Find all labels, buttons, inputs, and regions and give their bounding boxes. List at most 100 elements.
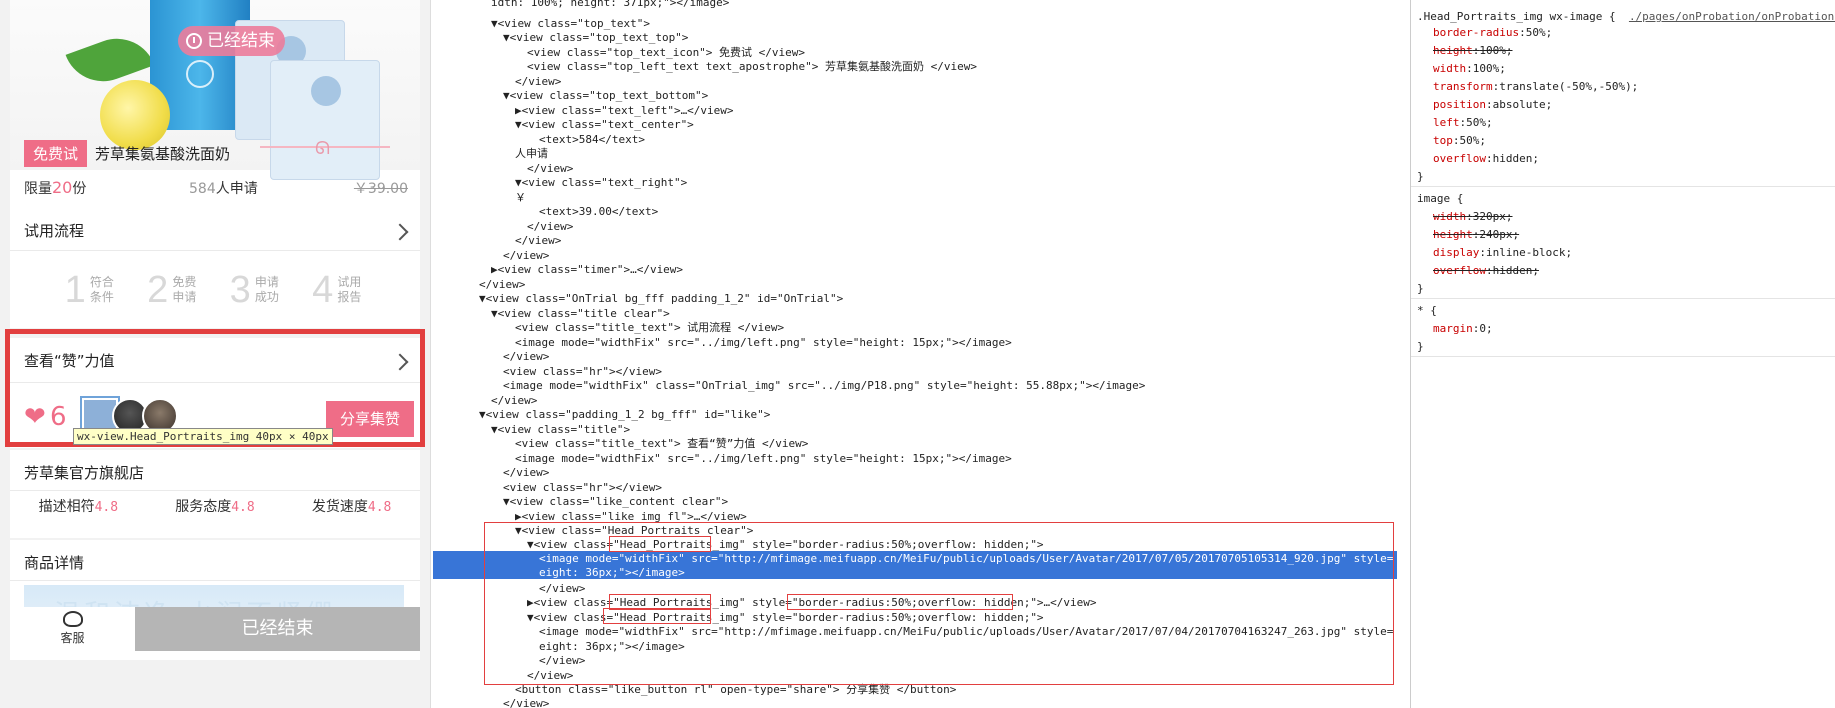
styles-panel: .Head_Portraits_img wx-image { ./pages/o… — [1410, 0, 1835, 708]
share-button[interactable]: 分享集赞 — [326, 401, 414, 437]
divider — [10, 382, 420, 383]
product-card: 已经结束 ᘏ 免费试 芳草集氨基酸洗面奶 限量20份 584人申请 ￥39.00 — [10, 0, 420, 208]
dom-line[interactable]: <view class="top_text_icon"> 免费试 </view> — [527, 46, 805, 60]
dom-line[interactable]: idth: 100%; height: 371px;"></image> — [491, 0, 729, 10]
trial-steps: 1 符合条件 2 免费申请 3 申请成功 4 试用报告 — [10, 260, 420, 320]
quota-row: 限量20份 584人申请 ￥39.00 — [24, 178, 414, 198]
shop-name: 芳草集官方旗舰店 — [24, 464, 145, 482]
dom-line[interactable]: ▼<view class="top_text"> — [491, 17, 650, 31]
css-rule[interactable]: position:absolute; — [1433, 98, 1552, 112]
trial-flow-section: 试用流程 1 符合条件 2 免费申请 3 申请成功 4 试用报告 — [10, 208, 420, 328]
dom-line[interactable]: </view> — [515, 75, 561, 89]
chevron-right-icon[interactable] — [391, 353, 409, 371]
sachet-graphic — [270, 60, 380, 180]
detail-title: 商品详情 — [24, 554, 85, 572]
like-title: 查看“赞”力值 — [24, 352, 115, 370]
dom-line[interactable]: </view> — [527, 220, 573, 234]
divider — [1411, 356, 1835, 357]
devtools-window: 已经结束 ᘏ 免费试 芳草集氨基酸洗面奶 限量20份 584人申请 ￥39.00… — [0, 0, 1835, 708]
dom-line[interactable]: ▼<view class="OnTrial bg_fff padding_1_2… — [479, 292, 843, 306]
css-rule[interactable]: display:inline-block; — [1433, 246, 1572, 260]
dom-line[interactable]: </view> — [515, 234, 561, 248]
css-rule[interactable]: transform:translate(-50%,-50%); — [1433, 80, 1638, 94]
product-title-row: 免费试 芳草集氨基酸洗面奶 — [24, 140, 230, 167]
dom-line[interactable]: </view> — [503, 350, 549, 364]
trial-flow-title: 试用流程 — [24, 222, 85, 240]
bow-icon: ᘏ — [315, 138, 330, 159]
dom-line[interactable]: ▼<view class="title clear"> — [491, 307, 670, 321]
css-rule[interactable]: left:50%; — [1433, 116, 1493, 130]
dom-line[interactable]: <image mode="widthFix" src="../img/left.… — [515, 452, 1012, 466]
shop-ratings: 描述相符4.8 服务态度4.8 发货速度4.8 — [10, 496, 420, 516]
product-name: 芳草集氨基酸洗面奶 — [95, 145, 231, 163]
dom-line[interactable]: ▼<view class="text_right"> — [515, 176, 687, 190]
dom-line[interactable]: ▼<view class="top_text_top"> — [503, 31, 688, 45]
dom-line[interactable]: ▼<view class="like_content clear"> — [503, 495, 728, 509]
css-rule-overridden[interactable]: overflow:hidden; — [1433, 264, 1539, 278]
divider — [10, 250, 420, 251]
css-rule-overridden[interactable]: width:320px; — [1433, 210, 1513, 224]
dom-line[interactable]: ▶<view class="timer">…</view> — [491, 263, 683, 277]
divider — [1411, 298, 1835, 299]
dom-line[interactable]: </view> — [479, 278, 525, 292]
css-rule[interactable]: margin:0; — [1433, 322, 1493, 336]
step-item: 4 试用报告 — [312, 268, 362, 311]
dom-line[interactable]: </view> — [503, 466, 549, 480]
annotation-box — [787, 594, 1013, 610]
dom-line[interactable]: <view class="hr"></view> — [503, 481, 662, 495]
css-selector[interactable]: .Head_Portraits_img wx-image { ./pages/o… — [1417, 10, 1835, 24]
inspect-tooltip: wx-view.Head_Portraits_img 40px × 40px — [73, 428, 333, 445]
dom-line[interactable]: <text>584</text> — [539, 133, 645, 147]
css-close: } — [1417, 170, 1424, 183]
step-item: 2 免费申请 — [147, 268, 197, 311]
headset-icon — [62, 611, 83, 627]
css-close: } — [1417, 340, 1424, 353]
chevron-right-icon[interactable] — [391, 223, 409, 241]
step-item: 1 符合条件 — [64, 268, 114, 311]
dom-line[interactable]: ▼<view class="text_center"> — [515, 118, 694, 132]
annotation-box — [603, 608, 711, 624]
shop-section: 芳草集官方旗舰店 描述相符4.8 服务态度4.8 发货速度4.8 — [10, 450, 420, 538]
source-link[interactable]: ./pages/onProbation/onProbation.w — [1629, 10, 1835, 23]
heart-icon: ❤ — [24, 402, 46, 432]
css-rule[interactable]: border-radius:50%; — [1433, 26, 1552, 40]
divider — [10, 580, 420, 581]
quota-label: 限量20份 — [24, 178, 87, 197]
dom-line[interactable]: ▼<view class="top_text_bottom"> — [503, 89, 708, 103]
dom-line[interactable]: 人申请 — [515, 147, 548, 161]
dom-line[interactable]: <view class="top_left_text text_apostrop… — [527, 60, 977, 74]
dom-line[interactable]: <image mode="widthFix" class="OnTrial_im… — [503, 379, 1145, 393]
like-count: 6 — [50, 402, 67, 432]
css-rule-overridden[interactable]: height:100%; — [1433, 44, 1513, 58]
ended-badge: 已经结束 — [178, 26, 285, 56]
dom-line[interactable]: </view> — [503, 249, 549, 263]
dom-line[interactable]: ▼<view class="title"> — [491, 423, 630, 437]
dom-line[interactable]: <view class="hr"></view> — [503, 365, 662, 379]
bottom-bar: 客服 已经结束 — [10, 607, 420, 651]
css-rule[interactable]: width:100%; — [1433, 62, 1506, 76]
css-rule[interactable]: top:50%; — [1433, 134, 1486, 148]
customer-service-button[interactable]: 客服 — [10, 607, 135, 651]
dom-line[interactable]: <view class="title_text"> 查看“赞”力值 </view… — [515, 437, 808, 451]
dom-line[interactable]: ▶<view class="text_left">…</view> — [515, 104, 734, 118]
dom-line[interactable]: <view class="title_text"> 试用流程 </view> — [515, 321, 784, 335]
dom-line[interactable]: ▼<view class="padding_1_2 bg_fff" id="li… — [479, 408, 770, 422]
css-selector[interactable]: image { — [1417, 192, 1463, 206]
divider — [10, 490, 420, 491]
ended-button[interactable]: 已经结束 — [135, 607, 420, 651]
css-rule-overridden[interactable]: height:240px; — [1433, 228, 1519, 242]
dom-line[interactable]: <image mode="widthFix" src="../img/left.… — [515, 336, 1012, 350]
dom-line[interactable]: <text>39.00</text> — [539, 205, 658, 219]
rating-item: 服务态度4.8 — [175, 499, 255, 515]
dom-line[interactable]: </view> — [503, 697, 549, 708]
dom-line[interactable]: ￥ — [515, 191, 526, 205]
css-rule[interactable]: overflow:hidden; — [1433, 152, 1539, 166]
free-trial-tag: 免费试 — [24, 140, 88, 167]
step-item: 3 申请成功 — [229, 268, 279, 311]
dom-line[interactable]: </view> — [491, 394, 537, 408]
rating-item: 描述相符4.8 — [38, 499, 119, 515]
divider — [1411, 186, 1835, 187]
dom-line[interactable]: <button class="like_button rl" open-type… — [515, 683, 956, 697]
css-selector[interactable]: * { — [1417, 304, 1437, 318]
dom-line[interactable]: </view> — [527, 162, 573, 176]
